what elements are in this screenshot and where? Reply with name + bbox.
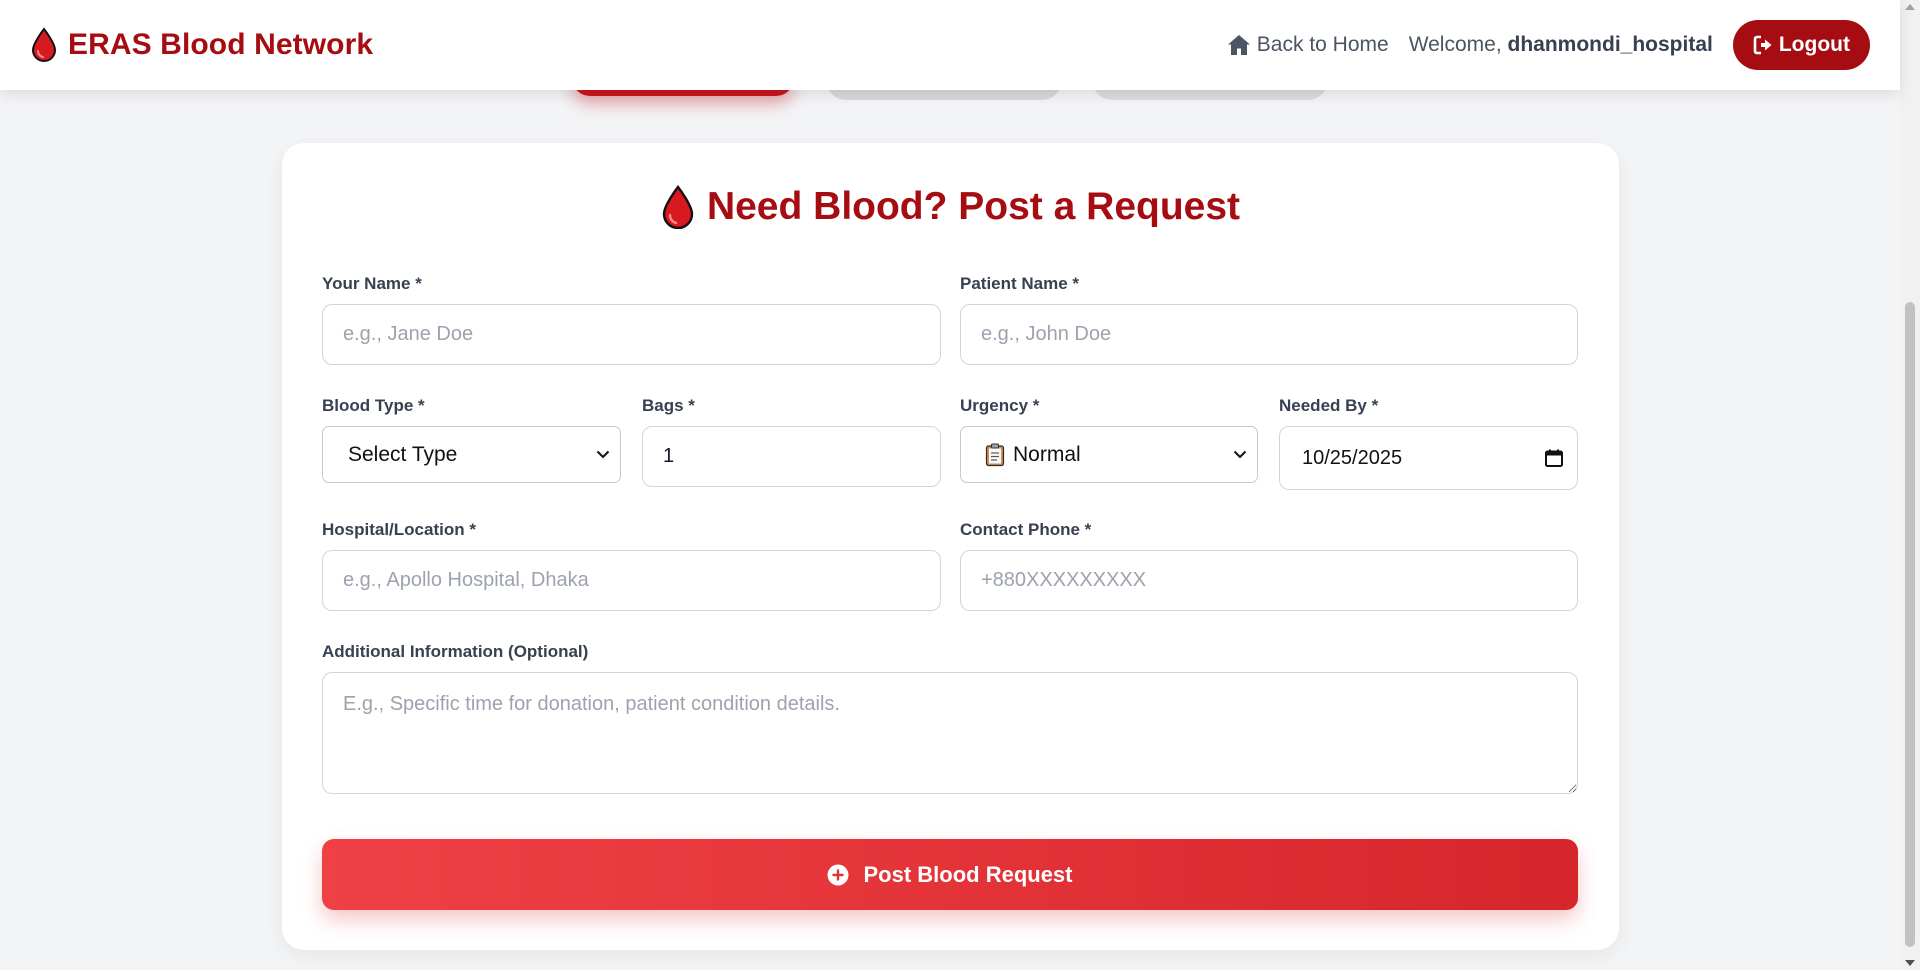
needed-by-value: 10/25/2025 bbox=[1302, 446, 1403, 469]
your-name-input[interactable] bbox=[322, 304, 941, 365]
clipboard-icon bbox=[985, 443, 1005, 466]
welcome-text: Welcome, dhanmondi_hospital bbox=[1409, 33, 1713, 57]
form-title: Need Blood? Post a Request bbox=[706, 185, 1241, 228]
welcome-prefix: Welcome, bbox=[1408, 33, 1502, 56]
additional-info-label: Additional Information (Optional) bbox=[322, 642, 589, 661]
blood-type-selected: Select Type bbox=[348, 442, 458, 466]
form-heading: Need Blood? Post a Request bbox=[282, 185, 1619, 229]
brand-title: ERAS Blood Network bbox=[68, 28, 374, 61]
header-nav: Back to Home Welcome, dhanmondi_hospital… bbox=[1227, 20, 1870, 70]
needed-by-date-input[interactable]: 10/25/2025 bbox=[1279, 426, 1578, 490]
patient-name-field: Patient Name * bbox=[960, 273, 1578, 365]
page-scrollbar[interactable] bbox=[1900, 0, 1920, 970]
plus-circle-icon bbox=[827, 864, 849, 885]
back-to-home-link[interactable]: Back to Home bbox=[1227, 33, 1389, 57]
bags-label: Bags * bbox=[642, 396, 695, 415]
blood-type-label: Blood Type * bbox=[322, 396, 425, 415]
home-icon bbox=[1227, 35, 1250, 55]
urgency-label: Urgency * bbox=[960, 396, 1040, 415]
contact-phone-label: Contact Phone * bbox=[960, 520, 1092, 539]
calendar-icon[interactable] bbox=[1545, 449, 1563, 467]
logout-label: Logout bbox=[1778, 33, 1850, 56]
urgency-select[interactable]: Normal bbox=[960, 426, 1258, 483]
needed-by-field: Needed By * 10/25/2025 bbox=[1279, 395, 1578, 490]
patient-name-input[interactable] bbox=[960, 304, 1578, 365]
post-blood-request-label: Post Blood Request bbox=[863, 861, 1073, 887]
brand[interactable]: ERAS Blood Network bbox=[30, 27, 373, 63]
contact-phone-input[interactable] bbox=[960, 550, 1578, 611]
scroll-down-arrow-icon[interactable] bbox=[1905, 960, 1915, 966]
urgency-value: Normal bbox=[985, 443, 1081, 467]
urgency-selected: Normal bbox=[1013, 442, 1081, 466]
scroll-up-arrow-icon[interactable] bbox=[1905, 4, 1915, 10]
blood-drop-icon bbox=[31, 27, 57, 62]
needed-by-label: Needed By * bbox=[1279, 396, 1379, 415]
scroll-thumb[interactable] bbox=[1905, 302, 1915, 947]
sign-out-icon bbox=[1753, 35, 1772, 55]
hospital-location-input[interactable] bbox=[322, 550, 941, 611]
back-to-home-label: Back to Home bbox=[1256, 33, 1389, 56]
patient-name-label: Patient Name * bbox=[960, 274, 1080, 293]
post-blood-request-button[interactable]: Post Blood Request bbox=[322, 839, 1578, 910]
username: dhanmondi_hospital bbox=[1507, 33, 1713, 56]
blood-type-select[interactable]: Select Type bbox=[322, 426, 621, 483]
urgency-field: Urgency * Normal bbox=[960, 395, 1258, 483]
logout-button[interactable]: Logout bbox=[1732, 20, 1870, 70]
your-name-field: Your Name * bbox=[322, 273, 941, 365]
top-navbar: ERAS Blood Network Back to Home Welcome,… bbox=[0, 0, 1900, 90]
request-form-card: Need Blood? Post a Request Your Name * P… bbox=[282, 143, 1619, 950]
your-name-label: Your Name * bbox=[322, 274, 422, 293]
additional-info-textarea[interactable] bbox=[322, 672, 1578, 794]
chevron-down-icon bbox=[596, 450, 610, 459]
additional-info-field: Additional Information (Optional) bbox=[322, 641, 1578, 794]
contact-phone-field: Contact Phone * bbox=[960, 519, 1578, 611]
blood-drop-icon bbox=[662, 185, 694, 229]
blood-type-field: Blood Type * Select Type bbox=[322, 395, 621, 483]
hospital-location-field: Hospital/Location * bbox=[322, 519, 941, 611]
bags-input[interactable] bbox=[642, 426, 941, 487]
hospital-location-label: Hospital/Location * bbox=[322, 520, 476, 539]
bags-field: Bags * bbox=[642, 395, 941, 487]
chevron-down-icon bbox=[1233, 450, 1247, 459]
